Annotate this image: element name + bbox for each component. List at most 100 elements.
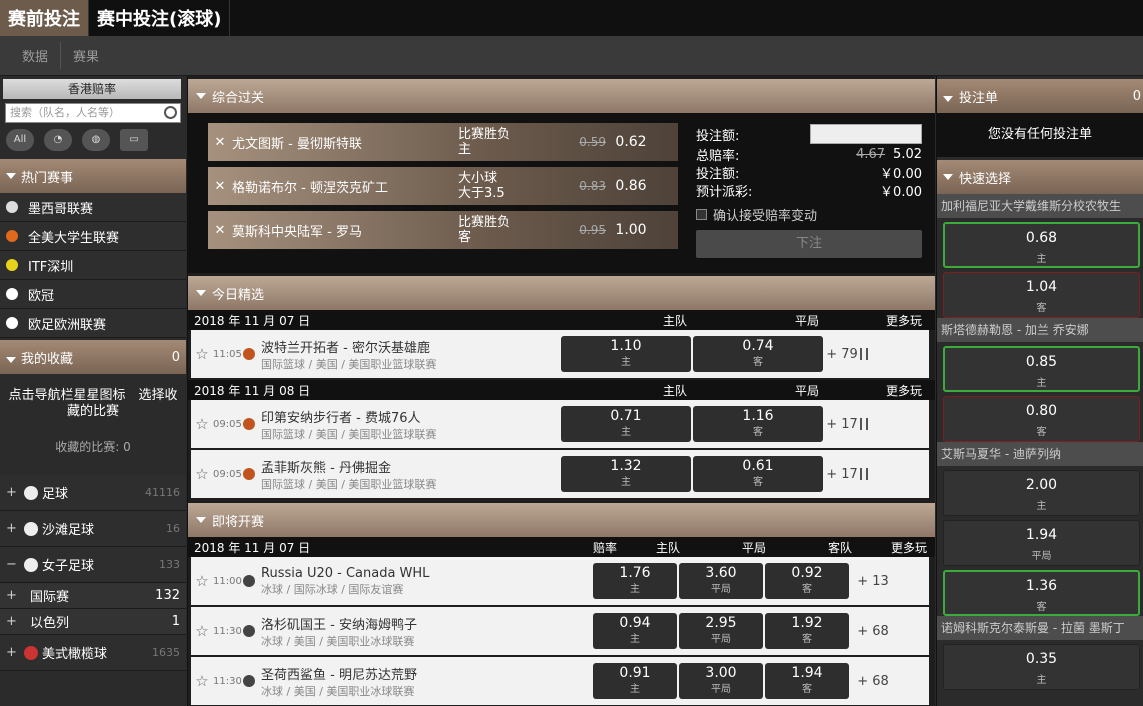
parlay-selection[interactable]: ✕ 格勒诺布尔 - 顿涅茨克矿工 大小球 大于3.5 0.83 0.86 [208, 167, 678, 205]
odds-button[interactable]: 3.60 平局 [679, 563, 763, 599]
match-info[interactable]: Russia U20 - Canada WHL 冰球 / 国际冰球 / 国际友谊赛 [261, 566, 593, 597]
parlay-selection[interactable]: ✕ 尤文图斯 - 曼彻斯特联 比赛胜负主 0.59 0.62 [208, 123, 678, 161]
quick-odds-button[interactable]: 1.04 客 [943, 272, 1140, 318]
quick-odds-button[interactable]: 0.35 主 [943, 644, 1140, 690]
match-time: 11:30 [213, 675, 242, 687]
pie-filter-icon[interactable]: ◔ [44, 129, 72, 151]
sport-item[interactable]: + 沙滩足球 16 [0, 511, 186, 547]
favorite-star-icon[interactable]: ☆ [191, 465, 213, 483]
stats-icon[interactable] [859, 348, 868, 360]
quick-odds-button[interactable]: 0.68 主 [943, 222, 1140, 268]
upcoming-header[interactable]: 即将开赛 [188, 503, 935, 537]
remove-selection-icon[interactable]: ✕ [208, 223, 232, 238]
match-info[interactable]: 孟菲斯灰熊 - 丹佛掘金 国际篮球 / 美国 / 美国职业篮球联赛 [261, 457, 561, 492]
hot-league-item[interactable]: ITF深圳 [0, 251, 186, 280]
odds-button[interactable]: 2.95 平局 [679, 613, 763, 649]
nav-results[interactable]: 赛果 [61, 42, 111, 69]
favorite-star-icon[interactable]: ☆ [191, 415, 213, 433]
accept-checkbox[interactable] [696, 209, 707, 220]
odds-button[interactable]: 1.92 客 [765, 613, 849, 649]
odds-button[interactable]: 0.91 主 [593, 663, 677, 699]
hot-league-item[interactable]: 欧冠 [0, 280, 186, 309]
quick-pick-header[interactable]: 快速选择 [937, 160, 1143, 194]
tab-prematch[interactable]: 赛前投注 [0, 0, 89, 36]
remove-selection-icon[interactable]: ✕ [208, 135, 232, 150]
sport-item[interactable]: + 足球 41116 [0, 475, 186, 511]
expand-icon[interactable]: + [6, 521, 20, 536]
quick-odds-button[interactable]: 2.00 主 [943, 470, 1140, 516]
odds-button[interactable]: 1.32 主 [561, 456, 691, 492]
match-info[interactable]: 波特兰开拓者 - 密尔沃基雄鹿 国际篮球 / 美国 / 美国职业篮球联赛 [261, 337, 561, 372]
remove-selection-icon[interactable]: ✕ [208, 179, 232, 194]
market-name: 比赛胜负 [458, 127, 511, 142]
hot-league-item[interactable]: 全美大学生联赛 [0, 222, 186, 251]
more-markets[interactable]: + 17 [825, 417, 869, 432]
betslip-header[interactable]: 投注单 0 [937, 79, 1143, 113]
expand-icon[interactable]: − [6, 557, 20, 572]
more-markets[interactable]: + 17 [825, 467, 869, 482]
parlay-header[interactable]: 综合过关 [188, 79, 935, 113]
expand-icon[interactable]: + [6, 645, 20, 660]
search-icon[interactable] [164, 106, 177, 119]
quick-odds-button[interactable]: 1.36 客 [943, 570, 1140, 616]
stats-icon[interactable] [859, 418, 868, 430]
expand-icon[interactable]: + [6, 614, 30, 629]
stats-icon[interactable] [859, 468, 868, 480]
quick-odds-button[interactable]: 0.85 主 [943, 346, 1140, 392]
odds-format-select[interactable]: 香港赔率 [3, 79, 181, 99]
football-filter-icon[interactable]: ◍ [82, 129, 110, 151]
parlay-selection[interactable]: ✕ 莫斯科中央陆军 - 罗马 比赛胜负客 0.95 1.00 [208, 211, 678, 249]
odds-button[interactable]: 3.00 平局 [679, 663, 763, 699]
more-markets[interactable]: + 68 [851, 674, 895, 689]
hot-leagues-header[interactable]: 热门赛事 [0, 159, 186, 193]
odds-button[interactable]: 1.10 主 [561, 336, 691, 372]
odds-button[interactable]: 0.74 客 [693, 336, 823, 372]
more-markets[interactable]: + 13 [851, 574, 895, 589]
more-markets[interactable]: + 68 [851, 624, 895, 639]
date-label: 2018 年 11 月 08 日 [194, 383, 311, 398]
date-header: 2018 年 11 月 08 日 主队 平局 更多玩 [188, 380, 935, 400]
hot-league-item[interactable]: 墨西哥联赛 [0, 193, 186, 222]
odds-button[interactable]: 1.76 主 [593, 563, 677, 599]
odds-value: 0.94 [619, 615, 651, 631]
place-bet-button[interactable]: 下注 [696, 230, 922, 258]
odds-button[interactable]: 0.94 主 [593, 613, 677, 649]
sub-league-item[interactable]: + 以色列 1 [0, 609, 186, 635]
tv-filter-icon[interactable]: ▭ [120, 129, 148, 151]
quick-odds-button[interactable]: 1.94 平局 [943, 520, 1140, 566]
favorites-header[interactable]: 我的收藏 0 [0, 340, 186, 374]
sport-item[interactable]: − 女子足球 133 [0, 547, 186, 583]
league-ball-icon [6, 259, 18, 271]
match-info[interactable]: 印第安纳步行者 - 费城76人 国际篮球 / 美国 / 美国职业篮球联赛 [261, 407, 561, 442]
today-header[interactable]: 今日精选 [188, 276, 935, 310]
nav-data[interactable]: 数据 [10, 42, 62, 69]
odds-value: 1.04 [1025, 279, 1058, 295]
favorite-star-icon[interactable]: ☆ [191, 622, 213, 640]
match-info[interactable]: 洛杉矶国王 - 安纳海姆鸭子 冰球 / 美国 / 美国职业冰球联赛 [261, 614, 593, 649]
hot-league-label: 墨西哥联赛 [28, 201, 94, 217]
sub-league-item[interactable]: + 国际赛 132 [0, 583, 186, 609]
all-filter-icon[interactable]: All [6, 129, 34, 151]
match-info[interactable]: 圣荷西鲨鱼 - 明尼苏达荒野 冰球 / 美国 / 美国职业冰球联赛 [261, 664, 593, 699]
amount-input[interactable] [810, 124, 922, 144]
tab-inplay[interactable]: 赛中投注(滚球) [89, 0, 231, 36]
sport-item[interactable]: + 美式橄榄球 1635 [0, 635, 186, 671]
hot-league-item[interactable]: 欧足欧洲联赛 [0, 309, 186, 338]
quick-odds-button[interactable]: 0.80 客 [943, 396, 1140, 442]
more-markets[interactable]: + 79 [825, 347, 869, 362]
odds-button[interactable]: 0.92 客 [765, 563, 849, 599]
odds-label: 客 [802, 584, 812, 595]
odds-button[interactable]: 1.94 客 [765, 663, 849, 699]
accept-odds-change[interactable]: 确认接受赔率变动 [696, 205, 922, 224]
odds-button[interactable]: 0.61 客 [693, 456, 823, 492]
favorite-star-icon[interactable]: ☆ [191, 672, 213, 690]
favorite-star-icon[interactable]: ☆ [191, 345, 213, 363]
expand-icon[interactable]: + [6, 485, 20, 500]
col-more: 更多玩 [885, 313, 922, 328]
favorite-star-icon[interactable]: ☆ [191, 572, 213, 590]
odds-button[interactable]: 0.71 主 [561, 406, 691, 442]
search-placeholder: 搜索（队名，人名等） [10, 106, 120, 119]
search-input[interactable]: 搜索（队名，人名等） [5, 103, 181, 123]
odds-button[interactable]: 1.16 客 [693, 406, 823, 442]
expand-icon[interactable]: + [6, 588, 30, 603]
